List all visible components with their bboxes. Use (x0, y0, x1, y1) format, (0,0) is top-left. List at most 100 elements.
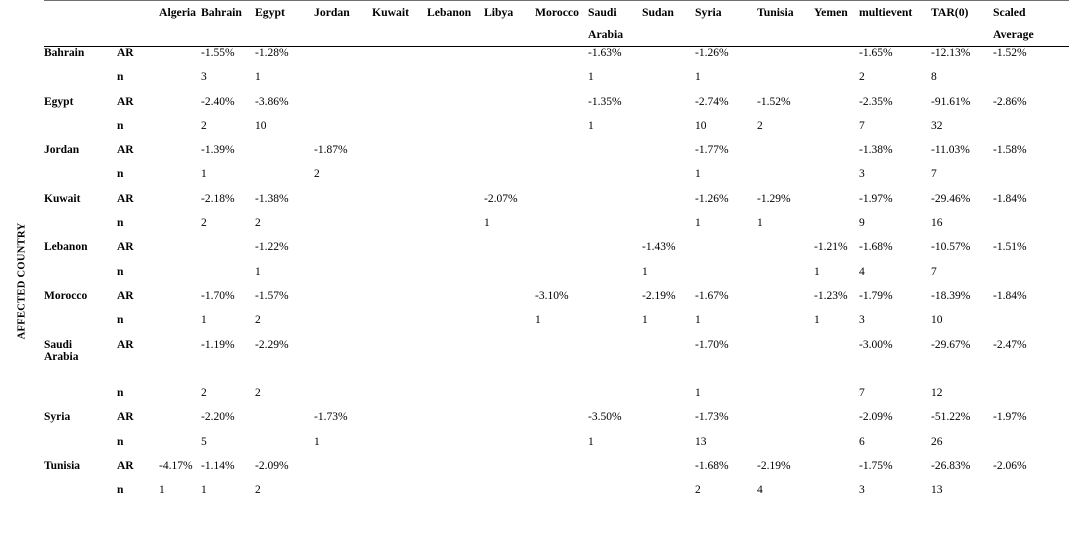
table-row: Saudi Arabia AR -1.19% -2.29% -1.70% -3.00% -29… (44, 339, 1069, 363)
cell-yemen-ar (814, 193, 859, 217)
spacer-cell (588, 363, 642, 387)
cell-libya-n (484, 436, 535, 460)
cell-sudan-ar (642, 193, 695, 217)
cell-scaled-n (993, 484, 1069, 508)
affected-country-axis-caption: AFFECTED COUNTRY (0, 0, 44, 541)
cell-egypt-n (255, 168, 314, 192)
cell-jordan-n: 2 (314, 168, 320, 181)
cell-algeria-n (159, 217, 201, 241)
cell-sudan-n (642, 387, 695, 411)
cell-syria-n: 10 (695, 119, 707, 132)
cell-sudan-n (642, 120, 695, 144)
cell-yemen-ar (814, 339, 859, 363)
cell-lebanon-ar (427, 193, 484, 217)
cell-yemen-ar (814, 96, 859, 120)
cell-yemen-n: 1 (814, 314, 820, 327)
cell-multi-n: 4 (859, 265, 865, 278)
cell-syria-ar: -1.77% (695, 144, 729, 157)
cell-morocco-n (535, 217, 588, 241)
column-header-saudi-line1: Saudi (588, 6, 617, 19)
cell-scaled-ar: -1.58% (993, 144, 1027, 157)
cell-tunisia-n (757, 71, 814, 95)
cell-yemen-n: 1 (814, 265, 820, 278)
cell-saudi-ar (588, 241, 642, 265)
cell-sudan-ar (642, 96, 695, 120)
cell-tar-ar: -10.57% (931, 241, 971, 254)
cell-morocco-n (535, 266, 588, 290)
cell-syria-n (695, 266, 757, 290)
cell-tar-ar: -29.67% (931, 338, 971, 351)
cell-algeria-ar (159, 96, 201, 120)
table-row-spacer (44, 363, 1069, 387)
cell-syria-n: 1 (695, 314, 701, 327)
cell-scaled-ar: -1.84% (993, 192, 1027, 205)
cell-scaled-n (993, 436, 1069, 460)
row-header-country (44, 120, 117, 144)
cell-egypt-n: 2 (255, 217, 261, 230)
spacer-cell (535, 363, 588, 387)
cell-kuwait-n (372, 387, 427, 411)
cell-jordan-ar (314, 241, 372, 265)
cell-lebanon-ar (427, 144, 484, 168)
cell-yemen-n (814, 168, 859, 192)
cell-libya-n (484, 387, 535, 411)
cell-tar-n: 12 (931, 387, 943, 400)
cell-multi-ar: -2.35% (859, 95, 893, 108)
cell-lebanon-ar (427, 241, 484, 265)
table-body: Bahrain AR -1.55% -1.28% -1.63% -1.26% -1.65% -… (44, 47, 1069, 509)
cell-yemen-n (814, 217, 859, 241)
cell-algeria-ar (159, 290, 201, 314)
cell-jordan-n (314, 314, 372, 338)
cell-egypt-n (255, 436, 314, 460)
cell-sudan-ar (642, 144, 695, 168)
cell-libya-n (484, 120, 535, 144)
cell-multi-n: 2 (859, 71, 865, 84)
cell-saudi-ar (588, 460, 642, 484)
cell-multi-ar: -3.00% (859, 338, 893, 351)
column-header-algeria: Algeria (159, 6, 196, 19)
cell-bahrain-ar: -1.55% (201, 47, 235, 59)
row-metric-label: n (117, 119, 124, 132)
cell-multi-n: 3 (859, 484, 865, 497)
row-header-country (44, 314, 117, 338)
spacer-cell (859, 363, 931, 387)
cell-scaled-ar: -2.47% (993, 338, 1027, 351)
row-header-country (44, 484, 117, 508)
cell-tunisia-ar (757, 144, 814, 168)
spacer-cell (314, 363, 372, 387)
cell-saudi-n: 1 (588, 71, 594, 84)
cell-egypt-ar: -1.57% (255, 289, 289, 302)
cell-saudi-n (588, 314, 642, 338)
cell-tar-n: 16 (931, 217, 943, 230)
cell-scaled-ar: -1.51% (993, 241, 1027, 254)
spacer-cell (642, 363, 695, 387)
cell-kuwait-ar (372, 290, 427, 314)
column-header-sudan: Sudan (642, 6, 674, 19)
cell-jordan-n (314, 266, 372, 290)
cell-egypt-n: 2 (255, 314, 261, 327)
cell-tar-n: 10 (931, 314, 943, 327)
cell-kuwait-n (372, 314, 427, 338)
cell-algeria-ar (159, 411, 201, 435)
cell-yemen-ar (814, 460, 859, 484)
cell-sudan-ar: -1.43% (642, 241, 676, 254)
cell-kuwait-ar (372, 47, 427, 72)
cell-egypt-ar (255, 411, 314, 435)
cell-morocco-n (535, 436, 588, 460)
cell-algeria-ar (159, 144, 201, 168)
cell-morocco-n (535, 387, 588, 411)
spacer-cell (993, 363, 1069, 387)
row-metric-label: AR (117, 411, 134, 424)
cell-saudi-n (588, 266, 642, 290)
cell-algeria-ar (159, 193, 201, 217)
cell-lebanon-n (427, 266, 484, 290)
cell-sudan-ar: -2.19% (642, 289, 676, 302)
cell-multi-n: 3 (859, 314, 865, 327)
cell-lebanon-ar (427, 290, 484, 314)
table-row: Egypt AR -2.40% -3.86% -1.35% -2.74% -1.52% -2.… (44, 96, 1069, 120)
cell-egypt-ar: -1.38% (255, 192, 289, 205)
cell-kuwait-n (372, 168, 427, 192)
cell-scaled-ar: -2.86% (993, 95, 1027, 108)
cell-bahrain-n: 1 (201, 168, 207, 181)
cell-morocco-n (535, 168, 588, 192)
